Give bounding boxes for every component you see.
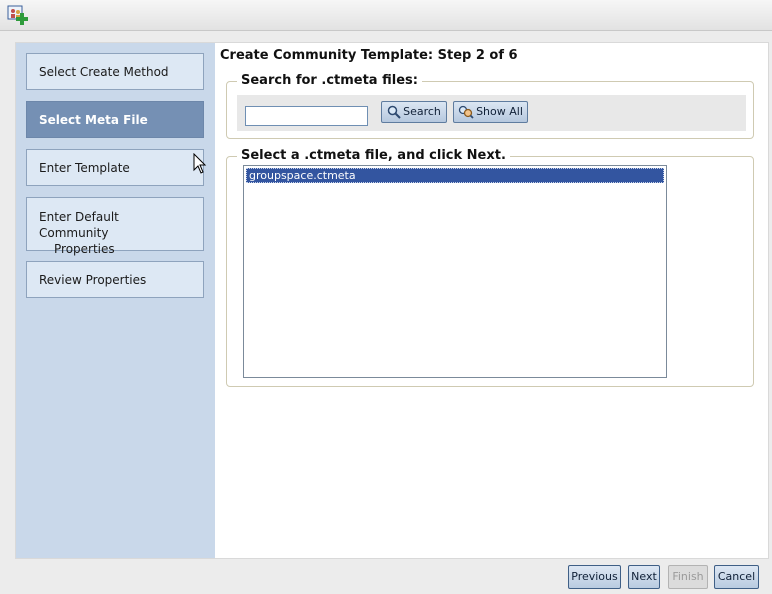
search-button-label: Search bbox=[403, 105, 441, 118]
page-title: Create Community Template: Step 2 of 6 bbox=[220, 48, 518, 63]
step-label-line2: Properties bbox=[54, 242, 115, 256]
step-enter-template-properties[interactable]: Enter Template Properties bbox=[26, 149, 204, 212]
wizard-dialog: Select Create Method Select Meta File En… bbox=[15, 42, 769, 559]
step-select-meta-file[interactable]: Select Meta File bbox=[26, 101, 204, 138]
file-select-legend: Select a .ctmeta file, and click Next. bbox=[237, 148, 510, 163]
previous-button[interactable]: Previous bbox=[568, 565, 621, 589]
show-all-icon bbox=[458, 105, 474, 119]
search-toolbar: Search Show All bbox=[237, 95, 746, 131]
step-enter-default-community-properties[interactable]: Enter Default Community Properties bbox=[26, 197, 204, 256]
list-item[interactable]: groupspace.ctmeta bbox=[246, 168, 664, 183]
search-group-legend: Search for .ctmeta files: bbox=[237, 73, 422, 88]
show-all-button[interactable]: Show All bbox=[453, 101, 528, 123]
file-list[interactable]: groupspace.ctmeta bbox=[243, 165, 667, 378]
step-label-line1: Enter Default Community bbox=[39, 210, 119, 240]
search-group: Search for .ctmeta files: Search Show Al… bbox=[226, 73, 754, 139]
search-icon bbox=[387, 105, 401, 119]
add-community-icon[interactable] bbox=[7, 4, 29, 26]
next-button[interactable]: Next bbox=[628, 565, 660, 589]
mouse-pointer-icon bbox=[193, 153, 207, 174]
title-bar bbox=[0, 0, 772, 31]
search-input[interactable] bbox=[245, 106, 368, 126]
step-select-create-method[interactable]: Select Create Method bbox=[26, 53, 204, 90]
step-review-properties[interactable]: Review Properties bbox=[26, 261, 204, 298]
cancel-button[interactable]: Cancel bbox=[714, 565, 759, 589]
file-select-group: Select a .ctmeta file, and click Next. g… bbox=[226, 148, 754, 387]
show-all-button-label: Show All bbox=[476, 105, 523, 118]
wizard-steps-sidebar: Select Create Method Select Meta File En… bbox=[16, 43, 215, 558]
finish-button: Finish bbox=[668, 565, 708, 589]
search-button[interactable]: Search bbox=[381, 101, 447, 123]
